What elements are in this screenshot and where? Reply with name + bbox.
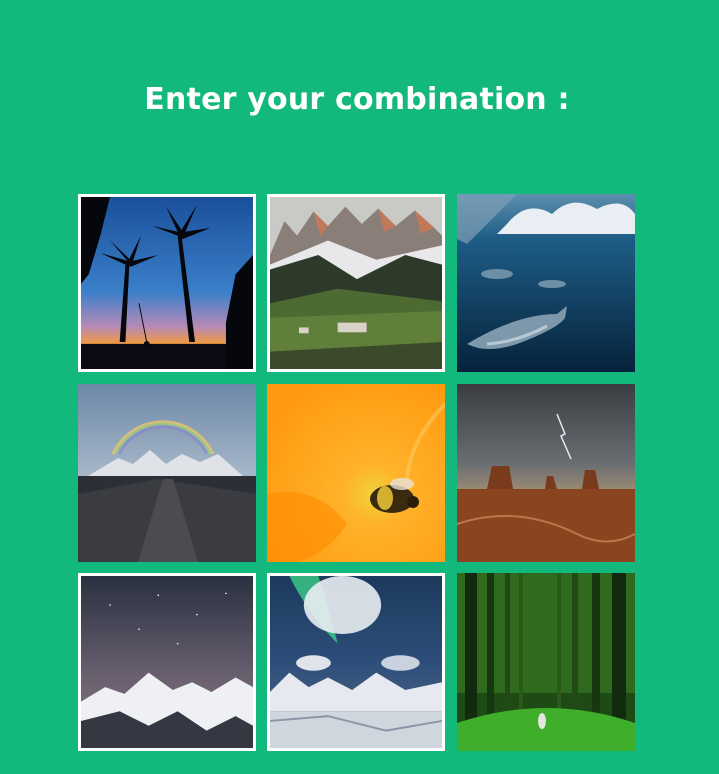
mountain-village-image [270,197,442,369]
desert-storm-image [457,384,635,562]
image-tile-desert-storm[interactable] [457,384,635,562]
rainbow-mountains-image [78,384,256,562]
forest-image [457,573,635,751]
dolphins-image [457,194,635,372]
bee-flower-image [267,384,445,562]
image-tile-aurora[interactable] [267,573,445,751]
night-peaks-image [81,576,253,748]
image-tile-mountain-village[interactable] [267,194,445,372]
image-tile-palm-sunset[interactable] [78,194,256,372]
image-tile-forest[interactable] [457,573,635,751]
aurora-image [270,576,442,748]
page-title: Enter your combination : [144,82,570,118]
image-tile-dolphins[interactable] [457,194,635,372]
image-tile-bee-flower[interactable] [267,384,445,562]
image-tile-night-peaks[interactable] [78,573,256,751]
image-tile-rainbow-mountains[interactable] [78,384,256,562]
palm-sunset-image [81,197,253,369]
